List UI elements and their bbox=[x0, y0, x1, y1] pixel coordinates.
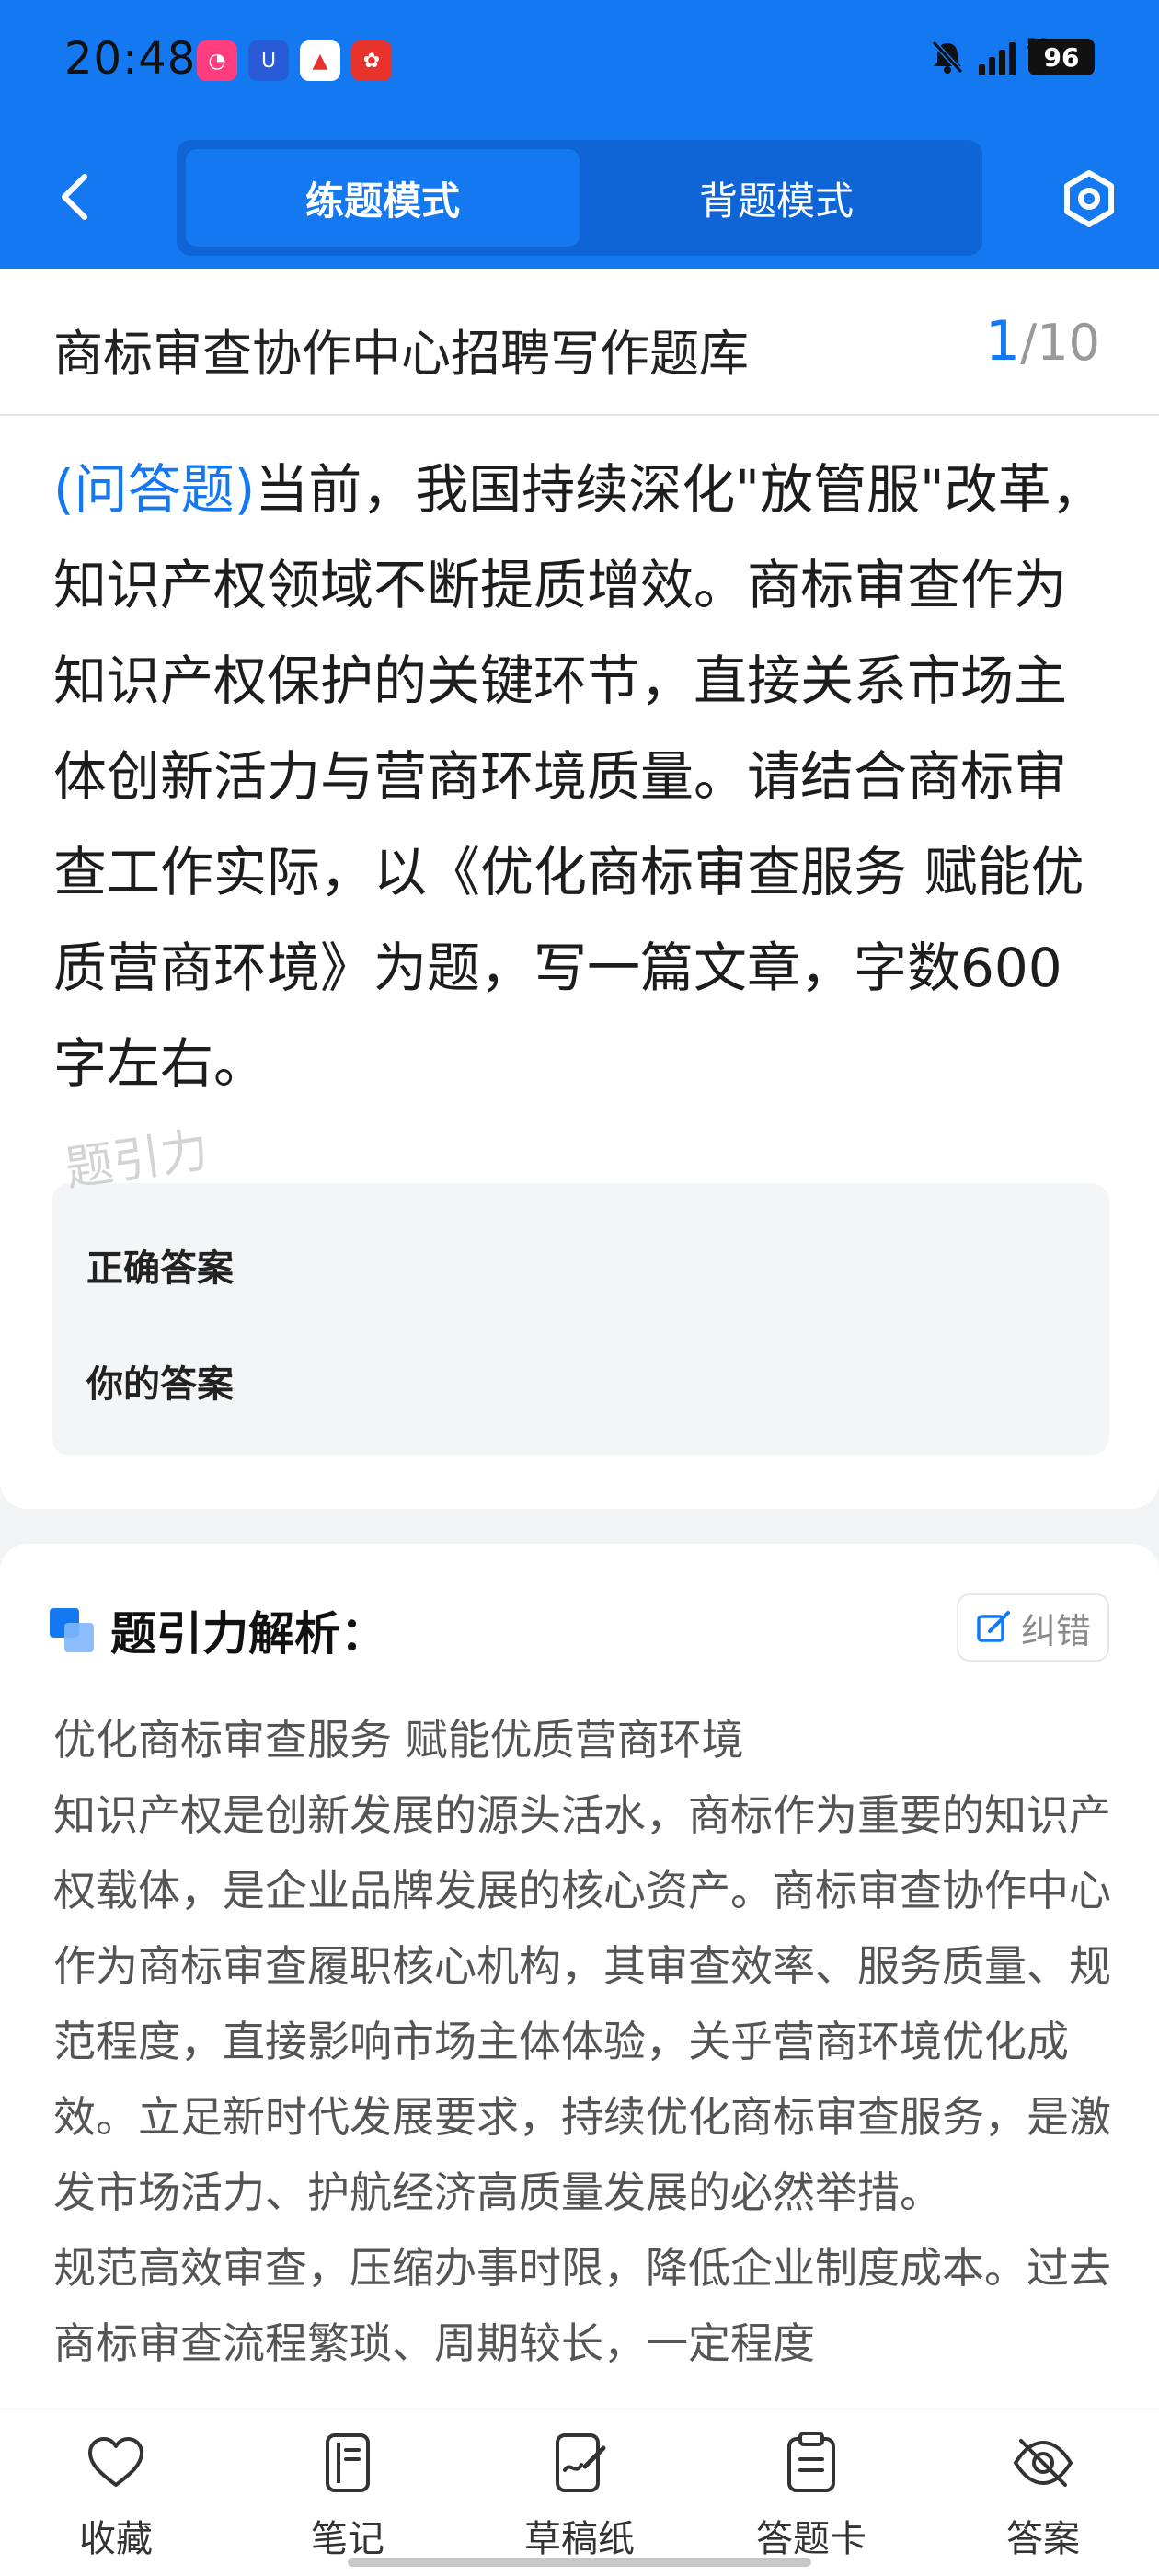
tab-recite-mode[interactable]: 背题模式 bbox=[580, 149, 973, 247]
analysis-title: 题引力解析： bbox=[110, 1607, 386, 1661]
mode-switch: 练题模式 背题模式 bbox=[177, 140, 982, 256]
analysis-paragraph: 优化商标审查服务 赋能优质营商环境 bbox=[53, 1715, 744, 1765]
analysis-card: 题引力解析： 纠错 优化商标审查服务 赋能优质营商环境 知识产权是创新发展的源头… bbox=[0, 1544, 1159, 2464]
eye-hidden-icon bbox=[1013, 2439, 1073, 2487]
tab-favorite[interactable]: 收藏 bbox=[0, 2409, 232, 2576]
question-type-label: (问答题) bbox=[53, 458, 256, 521]
question-separator: / bbox=[1020, 314, 1038, 372]
answer-box: 正确答案 你的答案 bbox=[52, 1183, 1109, 1455]
app-notification-icon: ✿ bbox=[351, 40, 392, 81]
report-error-label: 纠错 bbox=[1020, 1610, 1091, 1651]
question-title-row: 商标审查协作中心招聘写作题库 1/10 bbox=[0, 269, 1159, 416]
question-index: 1 bbox=[984, 309, 1021, 374]
app-notification-icon: U bbox=[248, 40, 289, 81]
tab-draft-label: 草稿纸 bbox=[524, 2518, 635, 2560]
analysis-header: 题引力解析： bbox=[50, 1597, 386, 1663]
app-notification-icon: ▲ bbox=[300, 40, 340, 81]
analysis-squares-icon bbox=[50, 1608, 94, 1652]
app-notification-icon: ◔ bbox=[197, 40, 237, 81]
answer-sheet-icon bbox=[787, 2432, 835, 2492]
bottom-toolbar: 收藏 笔记 草稿纸 答题卡 答案 bbox=[0, 2409, 1159, 2576]
question-text: (问答题)当前，我国持续深化"放管服"改革，知识产权领域不断提质增效。商标审查作… bbox=[53, 442, 1111, 1111]
tab-answer[interactable]: 答案 bbox=[927, 2409, 1159, 2576]
status-time: 20:48 bbox=[64, 33, 197, 85]
settings-icon[interactable] bbox=[1060, 169, 1119, 228]
status-bar: 20:48 ◔ U ▲ ✿ 5G 96 bbox=[0, 0, 1159, 124]
notification-icons: ◔ U ▲ ✿ bbox=[197, 40, 392, 81]
draft-paper-icon bbox=[556, 2433, 606, 2492]
home-indicator bbox=[348, 2558, 811, 2567]
analysis-paragraph: 规范高效审查，压缩办事时限，降低企业制度成本。过去商标审查流程繁琐、周期较长，一… bbox=[53, 2243, 1111, 2368]
header: 练题模式 背题模式 bbox=[0, 138, 1159, 258]
question-bank-title: 商标审查协作中心招聘写作题库 bbox=[53, 325, 749, 383]
question-progress: 1/10 bbox=[985, 309, 1100, 374]
correct-answer-label: 正确答案 bbox=[86, 1248, 234, 1290]
report-error-button[interactable]: 纠错 bbox=[957, 1593, 1109, 1662]
signal-icon: 5G bbox=[979, 35, 1049, 75]
question-total: 10 bbox=[1037, 314, 1100, 372]
top-bar: 20:48 ◔ U ▲ ✿ 5G 96 练题模式 背题模式 bbox=[0, 0, 1159, 269]
tab-notes-label: 笔记 bbox=[311, 2518, 384, 2560]
tab-answer-label: 答案 bbox=[1006, 2518, 1080, 2560]
analysis-body: 优化商标审查服务 赋能优质营商环境 知识产权是创新发展的源头活水，商标作为重要的… bbox=[53, 1702, 1111, 2381]
your-answer-label: 你的答案 bbox=[86, 1363, 234, 1406]
mute-bell-icon bbox=[931, 40, 964, 75]
edit-icon bbox=[977, 1611, 1010, 1642]
tab-answer-sheet-label: 答题卡 bbox=[756, 2518, 866, 2560]
network-type: 5G bbox=[1027, 35, 1050, 52]
tab-draft[interactable]: 草稿纸 bbox=[464, 2409, 695, 2576]
tab-practice-mode[interactable]: 练题模式 bbox=[186, 149, 580, 247]
notebook-icon bbox=[326, 2433, 370, 2492]
analysis-paragraph: 知识产权是创新发展的源头活水，商标作为重要的知识产权载体，是企业品牌发展的核心资… bbox=[53, 1790, 1111, 2217]
question-card: 商标审查协作中心招聘写作题库 1/10 (问答题)当前，我国持续深化"放管服"改… bbox=[0, 269, 1159, 1509]
tab-favorite-label: 收藏 bbox=[79, 2518, 153, 2560]
heart-icon bbox=[88, 2437, 143, 2487]
status-right: 5G 96 bbox=[929, 35, 1095, 75]
question-stem: 当前，我国持续深化"放管服"改革，知识产权领域不断提质增效。商标审查作为知识产权… bbox=[53, 458, 1105, 1095]
tab-notes[interactable]: 笔记 bbox=[232, 2409, 464, 2576]
tab-answer-sheet[interactable]: 答题卡 bbox=[695, 2409, 927, 2576]
back-arrow-icon[interactable] bbox=[52, 162, 98, 232]
